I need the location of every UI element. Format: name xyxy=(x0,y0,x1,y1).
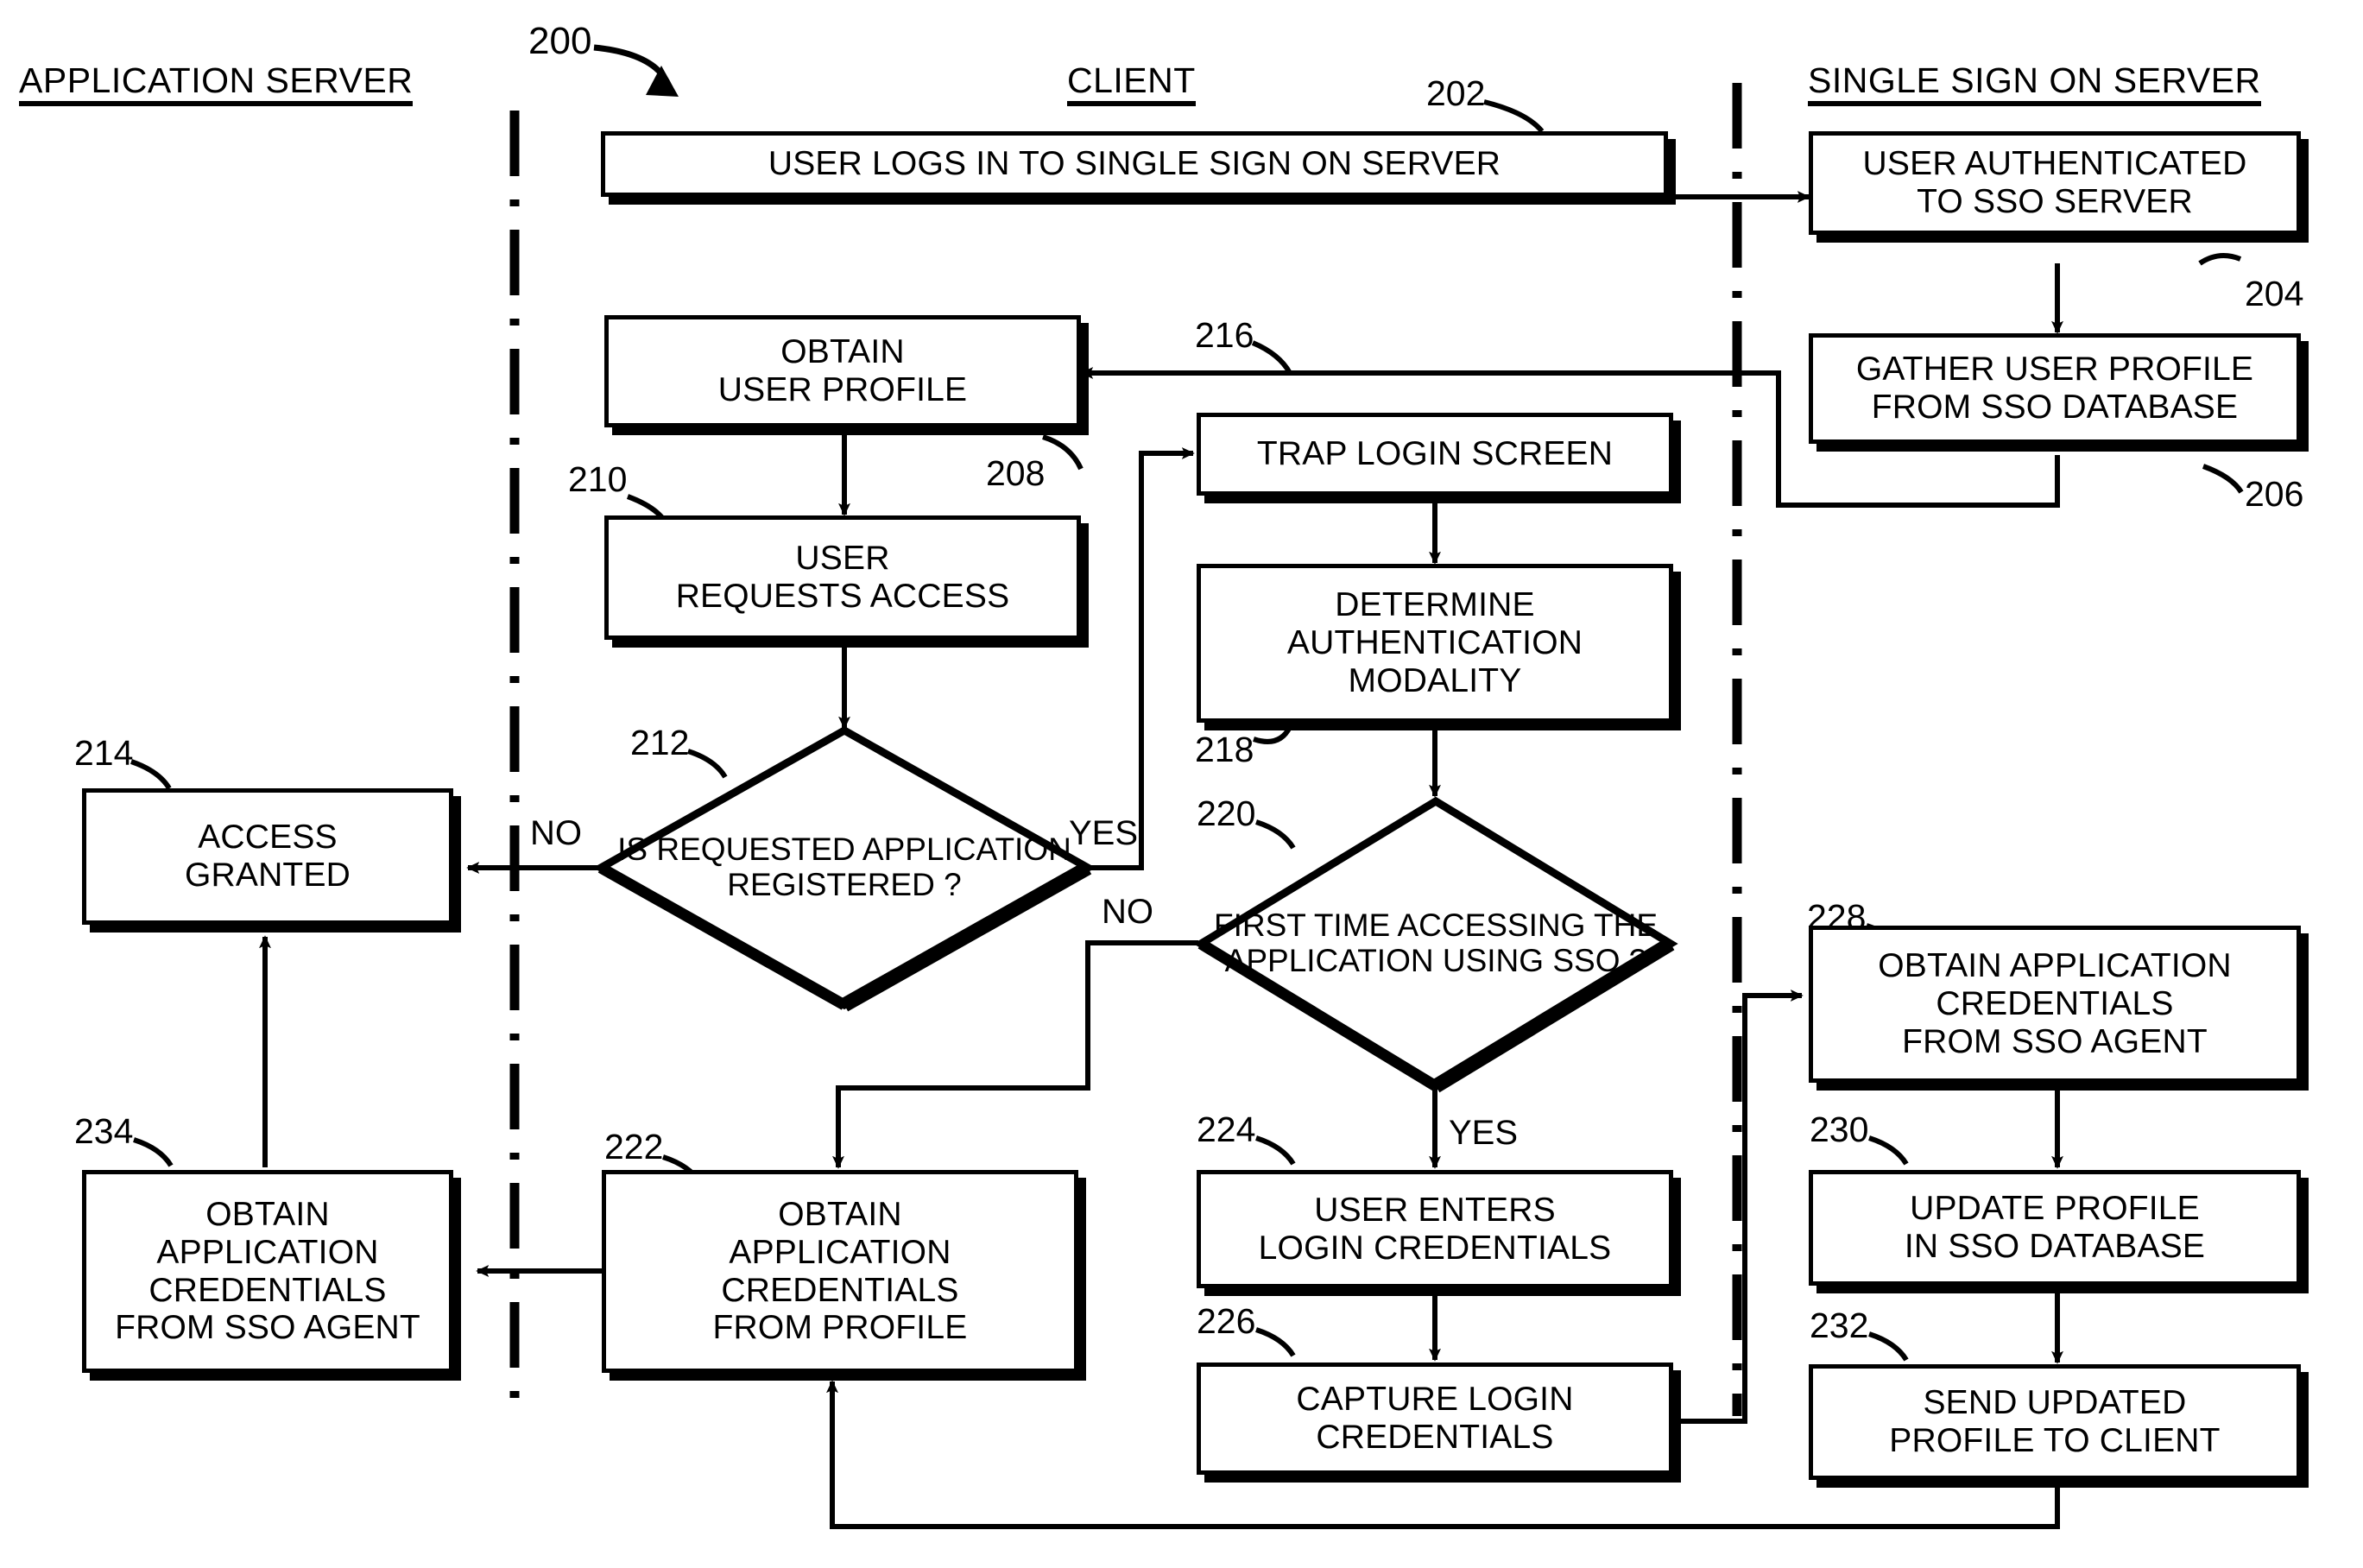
node-228-line-3: FROM SSO AGENT xyxy=(1902,1022,2208,1060)
node-230-line-2: IN SSO DATABASE xyxy=(1904,1228,2206,1265)
ref-numeral-220: 220 xyxy=(1197,793,1256,833)
node-230-line-1: UPDATE PROFILE xyxy=(1910,1190,2200,1228)
node-232-send-updated-profile-to-client: SEND UPDATED PROFILE TO CLIENT xyxy=(1809,1364,2301,1480)
node-220-first-time-accessing-using-sso: FIRST TIME ACCESSING THE APPLICATION USI… xyxy=(1193,796,1678,1093)
node-228-line-1: OBTAIN APPLICATION xyxy=(1878,947,2232,985)
node-226-line-1: CAPTURE LOGIN xyxy=(1296,1381,1574,1419)
node-212-is-requested-application-registered: IS REQUESTED APPLICATION REGISTERED ? xyxy=(592,725,1096,1012)
node-216-line-1: TRAP LOGIN SCREEN xyxy=(1256,435,1614,473)
ref-numeral-214: 214 xyxy=(74,733,134,773)
ref-numeral-228: 228 xyxy=(1807,897,1867,937)
node-210-line-1: USER xyxy=(795,540,890,578)
ref-numeral-224: 224 xyxy=(1197,1110,1256,1149)
node-222-line-2: APPLICATION xyxy=(729,1233,951,1271)
node-214-access-granted: ACCESS GRANTED xyxy=(82,788,453,925)
node-218-line-1: DETERMINE xyxy=(1335,586,1535,624)
node-216-trap-login-screen: TRAP LOGIN SCREEN xyxy=(1197,413,1673,496)
node-218-line-2: AUTHENTICATION xyxy=(1286,624,1583,662)
edge-label-220-no: NO xyxy=(1102,893,1153,931)
ref-numeral-232: 232 xyxy=(1810,1306,1869,1345)
ref-numeral-210: 210 xyxy=(568,459,628,499)
figure-number: 200 xyxy=(528,20,592,62)
ref-numeral-206: 206 xyxy=(2245,474,2304,514)
node-206-line-1: GATHER USER PROFILE xyxy=(1855,351,2254,389)
edge-label-220-yes: YES xyxy=(1449,1114,1519,1152)
ref-numeral-234: 234 xyxy=(74,1111,134,1151)
ref-numeral-208: 208 xyxy=(986,453,1046,493)
node-214-line-1: ACCESS xyxy=(198,819,338,857)
node-234-line-1: OBTAIN xyxy=(205,1196,330,1234)
node-206-line-2: FROM SSO DATABASE xyxy=(1871,389,2239,426)
column-heading-single-sign-on-server: SINGLE SIGN ON SERVER xyxy=(1808,61,2261,107)
node-204-line-2: TO SSO SERVER xyxy=(1917,183,2193,220)
node-222-line-4: FROM PROFILE xyxy=(712,1309,968,1347)
node-228-obtain-app-credentials-from-sso-agent: OBTAIN APPLICATION CREDENTIALS FROM SSO … xyxy=(1809,926,2301,1083)
node-232-line-2: PROFILE TO CLIENT xyxy=(1889,1422,2221,1459)
edge-212-yes-to-216 xyxy=(1090,447,1195,870)
column-heading-application-server: APPLICATION SERVER xyxy=(19,61,414,107)
node-222-line-3: CREDENTIALS xyxy=(721,1271,959,1309)
node-202-line-1: USER LOGS IN TO SINGLE SIGN ON SERVER xyxy=(768,145,1501,183)
node-224-line-2: LOGIN CREDENTIALS xyxy=(1258,1229,1612,1267)
node-224-line-1: USER ENTERS xyxy=(1314,1191,1556,1229)
ref-numeral-222: 222 xyxy=(604,1127,664,1167)
node-210-user-requests-access: USER REQUESTS ACCESS xyxy=(604,515,1081,640)
node-206-gather-user-profile: GATHER USER PROFILE FROM SSO DATABASE xyxy=(1809,333,2301,444)
node-224-user-enters-login-credentials: USER ENTERS LOGIN CREDENTIALS xyxy=(1197,1170,1673,1288)
node-234-line-4: FROM SSO AGENT xyxy=(115,1309,420,1347)
node-234-obtain-app-credentials-from-sso-agent: OBTAIN APPLICATION CREDENTIALS FROM SSO … xyxy=(82,1170,453,1373)
node-214-line-2: GRANTED xyxy=(184,857,351,894)
figure-callout-arrowhead xyxy=(646,66,679,97)
node-226-capture-login-credentials: CAPTURE LOGIN CREDENTIALS xyxy=(1197,1363,1673,1475)
column-heading-client: CLIENT xyxy=(1067,61,1196,107)
ref-numeral-226: 226 xyxy=(1197,1301,1256,1341)
node-208-line-1: OBTAIN xyxy=(780,333,905,371)
node-226-line-2: CREDENTIALS xyxy=(1316,1419,1554,1456)
node-232-line-1: SEND UPDATED xyxy=(1923,1384,2187,1422)
ref-numeral-212: 212 xyxy=(630,723,690,762)
node-222-line-1: OBTAIN xyxy=(778,1196,902,1234)
node-204-user-authenticated: USER AUTHENTICATED TO SSO SERVER xyxy=(1809,131,2301,235)
node-202-user-logs-in: USER LOGS IN TO SINGLE SIGN ON SERVER xyxy=(601,131,1668,197)
node-228-line-2: CREDENTIALS xyxy=(1936,985,2174,1023)
node-230-update-profile-in-sso-database: UPDATE PROFILE IN SSO DATABASE xyxy=(1809,1170,2301,1286)
edge-label-212-yes: YES xyxy=(1069,814,1139,852)
node-204-line-1: USER AUTHENTICATED xyxy=(1862,145,2247,183)
ref-numeral-216: 216 xyxy=(1195,315,1254,355)
node-234-line-3: CREDENTIALS xyxy=(148,1271,387,1309)
patent-flowchart-figure: APPLICATION SERVER CLIENT SINGLE SIGN ON… xyxy=(0,0,2363,1568)
node-210-line-2: REQUESTS ACCESS xyxy=(675,578,1010,615)
node-208-line-2: USER PROFILE xyxy=(717,371,968,408)
node-218-line-3: MODALITY xyxy=(1348,661,1522,699)
ref-numeral-218: 218 xyxy=(1195,730,1254,769)
node-218-determine-auth-modality: DETERMINE AUTHENTICATION MODALITY xyxy=(1197,564,1673,723)
node-234-line-2: APPLICATION xyxy=(156,1233,379,1271)
edge-label-212-no: NO xyxy=(530,814,582,852)
node-222-obtain-app-credentials-from-profile: OBTAIN APPLICATION CREDENTIALS FROM PROF… xyxy=(602,1170,1078,1373)
ref-numeral-202: 202 xyxy=(1426,73,1486,113)
node-208-obtain-user-profile: OBTAIN USER PROFILE xyxy=(604,315,1081,427)
ref-numeral-204: 204 xyxy=(2245,274,2304,313)
ref-numeral-230: 230 xyxy=(1810,1110,1869,1149)
